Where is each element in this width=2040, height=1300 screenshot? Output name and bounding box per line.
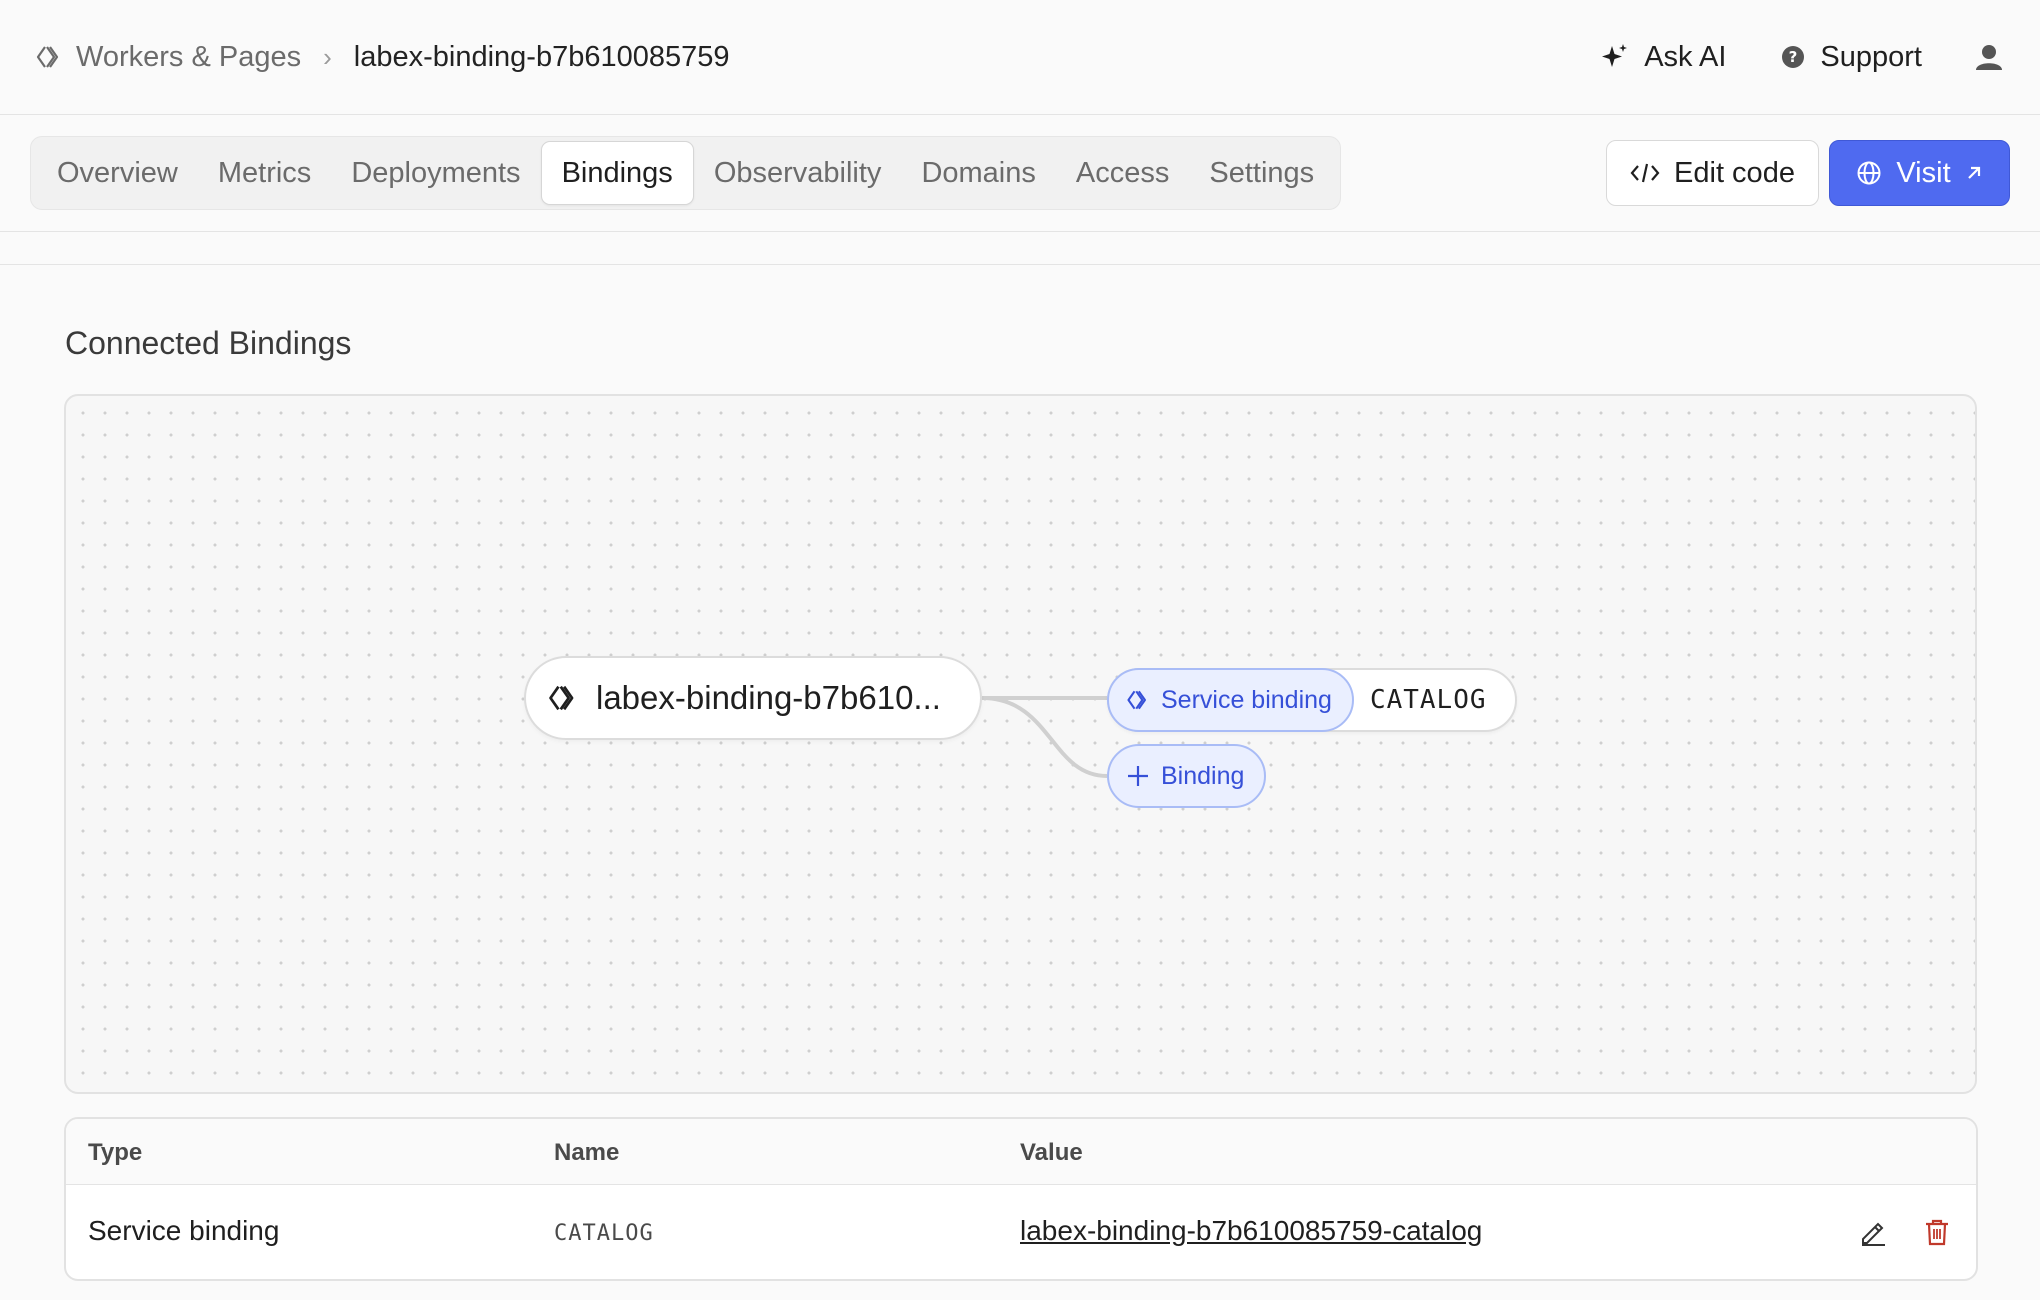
add-binding-button[interactable]: Binding — [1107, 744, 1267, 808]
tab-settings[interactable]: Settings — [1189, 141, 1334, 205]
worker-tabs: Overview Metrics Deployments Bindings Ob… — [30, 136, 1342, 210]
edit-code-button[interactable]: Edit code — [1606, 140, 1819, 206]
delete-binding-button[interactable] — [1920, 1215, 1954, 1249]
graph-edges — [981, 696, 1108, 778]
binding-type-chip: Service binding — [1107, 668, 1354, 732]
trash-icon — [1926, 1219, 1948, 1246]
breadcrumb: Workers & Pages › labex-binding-b7b61008… — [34, 41, 730, 74]
table-row: Service binding CATALOG labex-binding-b7… — [66, 1185, 1976, 1279]
workers-icon — [549, 685, 574, 711]
external-arrow-icon — [1967, 166, 1980, 179]
tab-deployments[interactable]: Deployments — [331, 141, 540, 205]
tab-domains[interactable]: Domains — [901, 141, 1055, 205]
bindings-graph-canvas[interactable]: labex-binding-b7b610... Service binding … — [64, 394, 1977, 1094]
tab-observability[interactable]: Observability — [694, 141, 902, 205]
svg-text:?: ? — [1789, 48, 1798, 66]
workers-icon — [1127, 690, 1146, 710]
edge-add-binding — [981, 696, 1108, 778]
tab-overview[interactable]: Overview — [37, 141, 198, 205]
tab-bindings[interactable]: Bindings — [540, 141, 694, 205]
visit-button[interactable]: Visit — [1829, 140, 2010, 206]
user-icon — [1976, 45, 2002, 70]
cell-type: Service binding — [88, 1215, 280, 1246]
cell-name: CATALOG — [554, 1221, 654, 1246]
section-title: Connected Bindings — [65, 325, 352, 361]
chevron-right-icon: › — [323, 41, 332, 72]
cell-value-link[interactable]: labex-binding-b7b610085759-catalog — [1020, 1215, 1482, 1247]
ask-ai-label: Ask AI — [1644, 40, 1727, 73]
globe-icon — [1857, 161, 1881, 185]
support-button[interactable]: ? Support — [1780, 41, 1922, 74]
plus-icon — [1128, 766, 1148, 786]
workers-icon — [36, 46, 59, 68]
divider — [0, 264, 2040, 265]
support-label: Support — [1820, 40, 1922, 73]
binding-type-label: Service binding — [1161, 685, 1332, 714]
help-circle-icon: ? — [1782, 46, 1805, 68]
edit-code-label: Edit code — [1674, 156, 1795, 189]
ask-ai-button[interactable]: Ask AI — [1600, 41, 1726, 74]
top-bar: Workers & Pages › labex-binding-b7b61008… — [0, 0, 2040, 115]
column-header-value: Value — [1020, 1139, 1083, 1166]
visit-label: Visit — [1896, 156, 1951, 189]
column-header-name: Name — [554, 1139, 620, 1166]
binding-name-label: CATALOG — [1369, 685, 1487, 715]
tab-access[interactable]: Access — [1056, 141, 1189, 205]
header-actions: Ask AI ? Support — [1546, 40, 2006, 74]
tab-row: Overview Metrics Deployments Bindings Ob… — [0, 116, 2040, 232]
column-header-type: Type — [88, 1139, 143, 1166]
breadcrumb-root-link[interactable]: Workers & Pages — [76, 41, 301, 74]
user-avatar-button[interactable] — [1972, 40, 2006, 74]
edit-binding-button[interactable] — [1856, 1215, 1890, 1249]
tab-metrics[interactable]: Metrics — [198, 141, 331, 205]
sparkle-icon — [1602, 44, 1628, 67]
pencil-icon — [1862, 1222, 1885, 1246]
breadcrumb-current: labex-binding-b7b610085759 — [353, 40, 730, 73]
table-header: Type Name Value — [66, 1119, 1976, 1185]
code-icon — [1630, 163, 1660, 183]
worker-node[interactable]: labex-binding-b7b610... — [524, 656, 982, 740]
add-binding-label: Binding — [1161, 761, 1245, 790]
bindings-table: Type Name Value Service binding CATALOG … — [64, 1117, 1978, 1281]
worker-node-label: labex-binding-b7b610... — [596, 679, 941, 716]
service-binding-node[interactable]: Service binding CATALOG — [1107, 668, 1517, 732]
